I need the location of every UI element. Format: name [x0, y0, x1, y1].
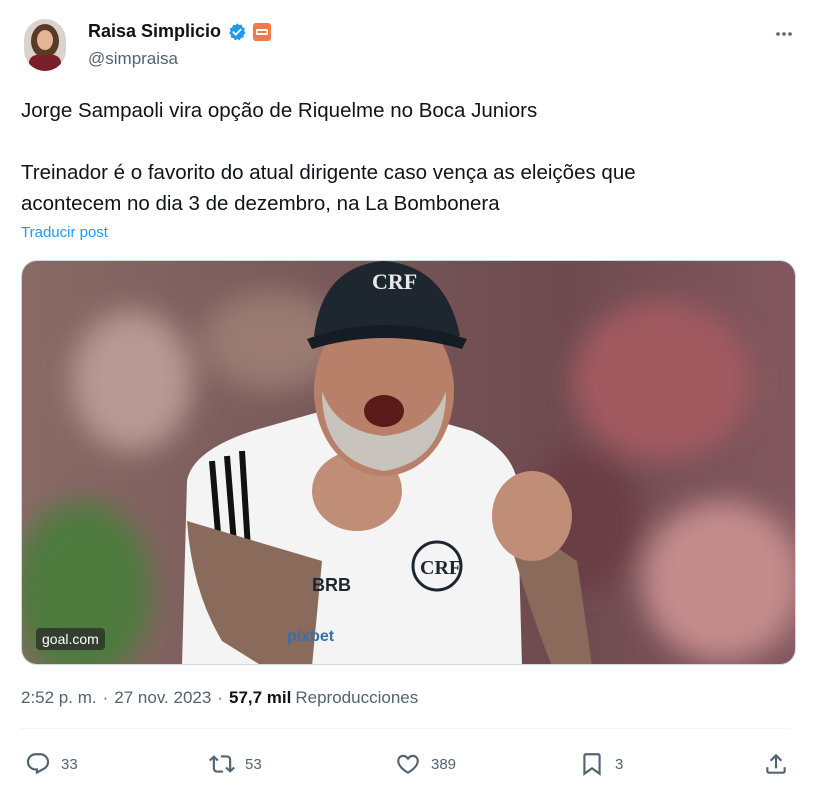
verified-badge-icon[interactable]	[227, 22, 247, 42]
svg-text:CRF: CRF	[420, 557, 461, 579]
retweet-count: 53	[245, 755, 262, 773]
bookmark-button[interactable]: 3	[579, 746, 623, 782]
tweet-text: Jorge Sampaoli vira opção de Riquelme no…	[21, 95, 791, 219]
bookmark-icon	[583, 753, 601, 776]
views-count: 57,7 mil	[229, 688, 292, 707]
affiliation-badge-icon[interactable]	[253, 22, 272, 41]
tweet-line: Treinador é o favorito do atual dirigent…	[21, 161, 636, 184]
tweet-time[interactable]: 2:52 p. m.	[21, 688, 97, 708]
svg-text:BRB: BRB	[312, 575, 351, 595]
like-count: 389	[431, 755, 457, 773]
tweet-line: acontecem no dia 3 de dezembro, na La Bo…	[21, 192, 500, 215]
separator-dot: ·	[102, 688, 109, 707]
share-button[interactable]	[763, 746, 789, 782]
avatar[interactable]	[24, 19, 66, 71]
media-image: CRF CRF BRB pixbet	[22, 261, 795, 664]
share-icon	[766, 753, 786, 774]
translate-post-link[interactable]: Traducir post	[21, 224, 108, 241]
like-button[interactable]: 389	[395, 746, 456, 782]
svg-text:CRF: CRF	[372, 269, 417, 294]
retweet-icon	[209, 755, 235, 773]
display-name[interactable]: Raisa Simplicio	[88, 21, 221, 42]
media-watermark: goal.com	[36, 628, 105, 650]
reply-button[interactable]: 33	[25, 746, 78, 782]
reply-icon	[26, 753, 50, 775]
action-bar: 33 53 389 3	[21, 746, 796, 782]
name-row: Raisa Simplicio	[88, 21, 272, 42]
divider	[21, 728, 791, 729]
like-icon	[397, 754, 419, 774]
separator-dot: ·	[217, 688, 223, 707]
more-icon[interactable]	[772, 22, 796, 46]
views-label: Reproducciones	[295, 688, 419, 707]
tweet-header: Raisa Simplicio @simpraisa	[21, 18, 796, 74]
tweet-media[interactable]: CRF CRF BRB pixbet goal.com	[21, 260, 796, 665]
user-handle[interactable]: @simpraisa	[88, 49, 178, 69]
reply-count: 33	[61, 755, 78, 773]
tweet-date[interactable]: 27 nov. 2023	[114, 688, 211, 708]
svg-text:pixbet: pixbet	[287, 628, 335, 645]
retweet-button[interactable]: 53	[209, 746, 262, 782]
bookmark-count: 3	[615, 755, 624, 773]
tweet-meta: 2:52 p. m. · 27 nov. 2023 · 57,7 mil Rep…	[21, 688, 418, 708]
tweet-line: Jorge Sampaoli vira opção de Riquelme no…	[21, 99, 538, 122]
